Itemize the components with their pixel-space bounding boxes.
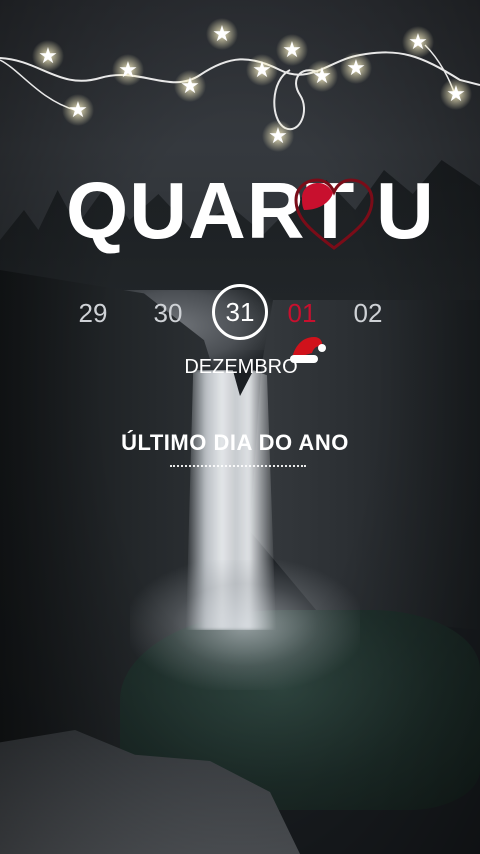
string-lights-icon: ★ ★ ★ ★ ★ ★ ★ ★ ★ ★ ★ ★ [0, 18, 480, 152]
svg-text:★: ★ [346, 56, 366, 81]
svg-text:★: ★ [408, 30, 428, 55]
dotted-underline [170, 465, 306, 467]
svg-text:★: ★ [252, 58, 272, 83]
date-next-year: 01 [287, 298, 317, 328]
svg-text:★: ★ [68, 98, 88, 123]
svg-text:★: ★ [312, 64, 332, 89]
heart-icon [294, 178, 374, 250]
star-bulbs: ★ ★ ★ ★ ★ ★ ★ ★ ★ ★ ★ ★ [32, 18, 472, 152]
svg-text:★: ★ [446, 82, 466, 107]
santa-hat-icon [290, 337, 326, 363]
date-future: 02 [353, 298, 383, 328]
svg-text:★: ★ [282, 38, 302, 63]
date-past: 29 [78, 298, 108, 328]
date-today: 31 [212, 284, 268, 340]
date-strip: 29 30 31 01 02 [0, 284, 480, 340]
caption-banner: ÚLTIMO DIA DO ANO [100, 430, 370, 458]
month-label: DEZEMBRO [184, 356, 298, 378]
caption-text: ÚLTIMO DIA DO ANO [121, 430, 349, 455]
brand-logo: QUART U [0, 168, 480, 258]
svg-text:★: ★ [180, 74, 200, 99]
date-past: 30 [153, 298, 183, 328]
svg-text:★: ★ [268, 124, 288, 149]
svg-text:★: ★ [118, 58, 138, 83]
svg-text:★: ★ [38, 44, 58, 69]
svg-text:★: ★ [212, 22, 232, 47]
brand-text-right: U [376, 166, 434, 255]
